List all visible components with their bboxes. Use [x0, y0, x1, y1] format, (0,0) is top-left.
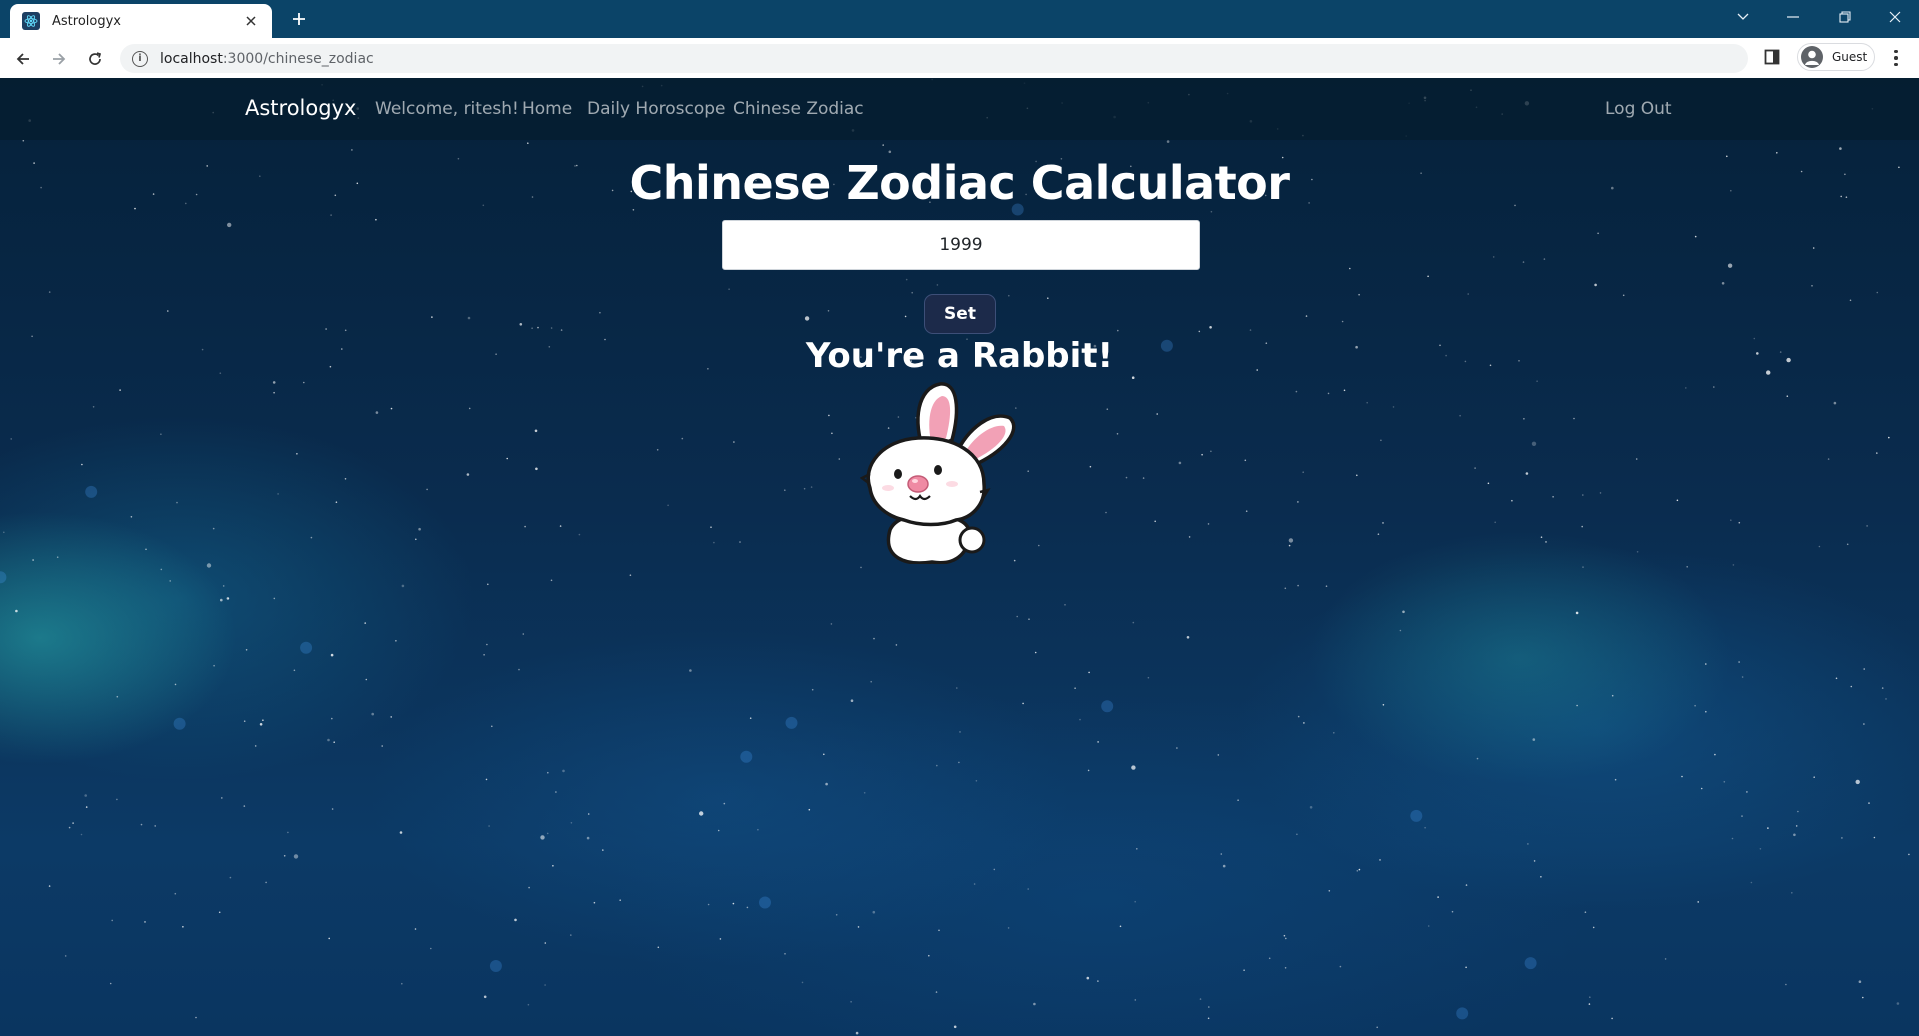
zodiac-result-text: You're a Rabbit!: [805, 336, 1114, 376]
site-navbar: Astrologyx Welcome, ritesh! Home Daily H…: [0, 78, 1919, 140]
welcome-text: Welcome, ritesh!: [375, 99, 519, 119]
rabbit-illustration: [860, 382, 1016, 564]
profile-label: Guest: [1832, 50, 1868, 64]
nav-link-home[interactable]: Home: [522, 99, 572, 119]
nav-link-logout[interactable]: Log Out: [1605, 99, 1672, 119]
kebab-menu-icon[interactable]: [1888, 48, 1904, 68]
minimize-icon[interactable]: [1770, 0, 1816, 34]
reload-icon[interactable]: [82, 46, 108, 72]
chevron-down-icon[interactable]: [1720, 0, 1766, 34]
page-title: Chinese Zodiac Calculator: [629, 156, 1290, 210]
info-icon[interactable]: i: [132, 50, 148, 67]
react-favicon-icon: [22, 12, 40, 30]
set-button[interactable]: Set: [924, 294, 996, 334]
forward-arrow-icon[interactable]: [46, 46, 72, 72]
side-panel-icon[interactable]: [1764, 49, 1780, 65]
plus-icon[interactable]: [286, 6, 312, 32]
profile-button[interactable]: Guest: [1797, 43, 1875, 71]
address-bar: i localhost:3000/chinese_zodiac Guest: [0, 38, 1919, 79]
nav-link-chinese-zodiac[interactable]: Chinese Zodiac: [733, 99, 864, 119]
profile-avatar-icon: [1801, 46, 1823, 68]
browser-tab[interactable]: Astrologyx: [10, 4, 272, 38]
nav-link-daily-horoscope[interactable]: Daily Horoscope: [587, 99, 725, 119]
birth-year-input[interactable]: [722, 220, 1200, 270]
navbar-brand[interactable]: Astrologyx: [245, 96, 356, 120]
tab-title: Astrologyx: [52, 13, 121, 29]
url-text: localhost:3000/chinese_zodiac: [160, 50, 374, 67]
omnibox[interactable]: i localhost:3000/chinese_zodiac: [120, 44, 1748, 73]
restore-icon[interactable]: [1822, 0, 1868, 34]
close-icon[interactable]: [240, 10, 262, 32]
browser-tab-strip: Astrologyx: [0, 0, 1919, 38]
back-arrow-icon[interactable]: [10, 46, 36, 72]
page-background: Astrologyx Welcome, ritesh! Home Daily H…: [0, 78, 1919, 1036]
window-close-icon[interactable]: [1872, 0, 1918, 34]
